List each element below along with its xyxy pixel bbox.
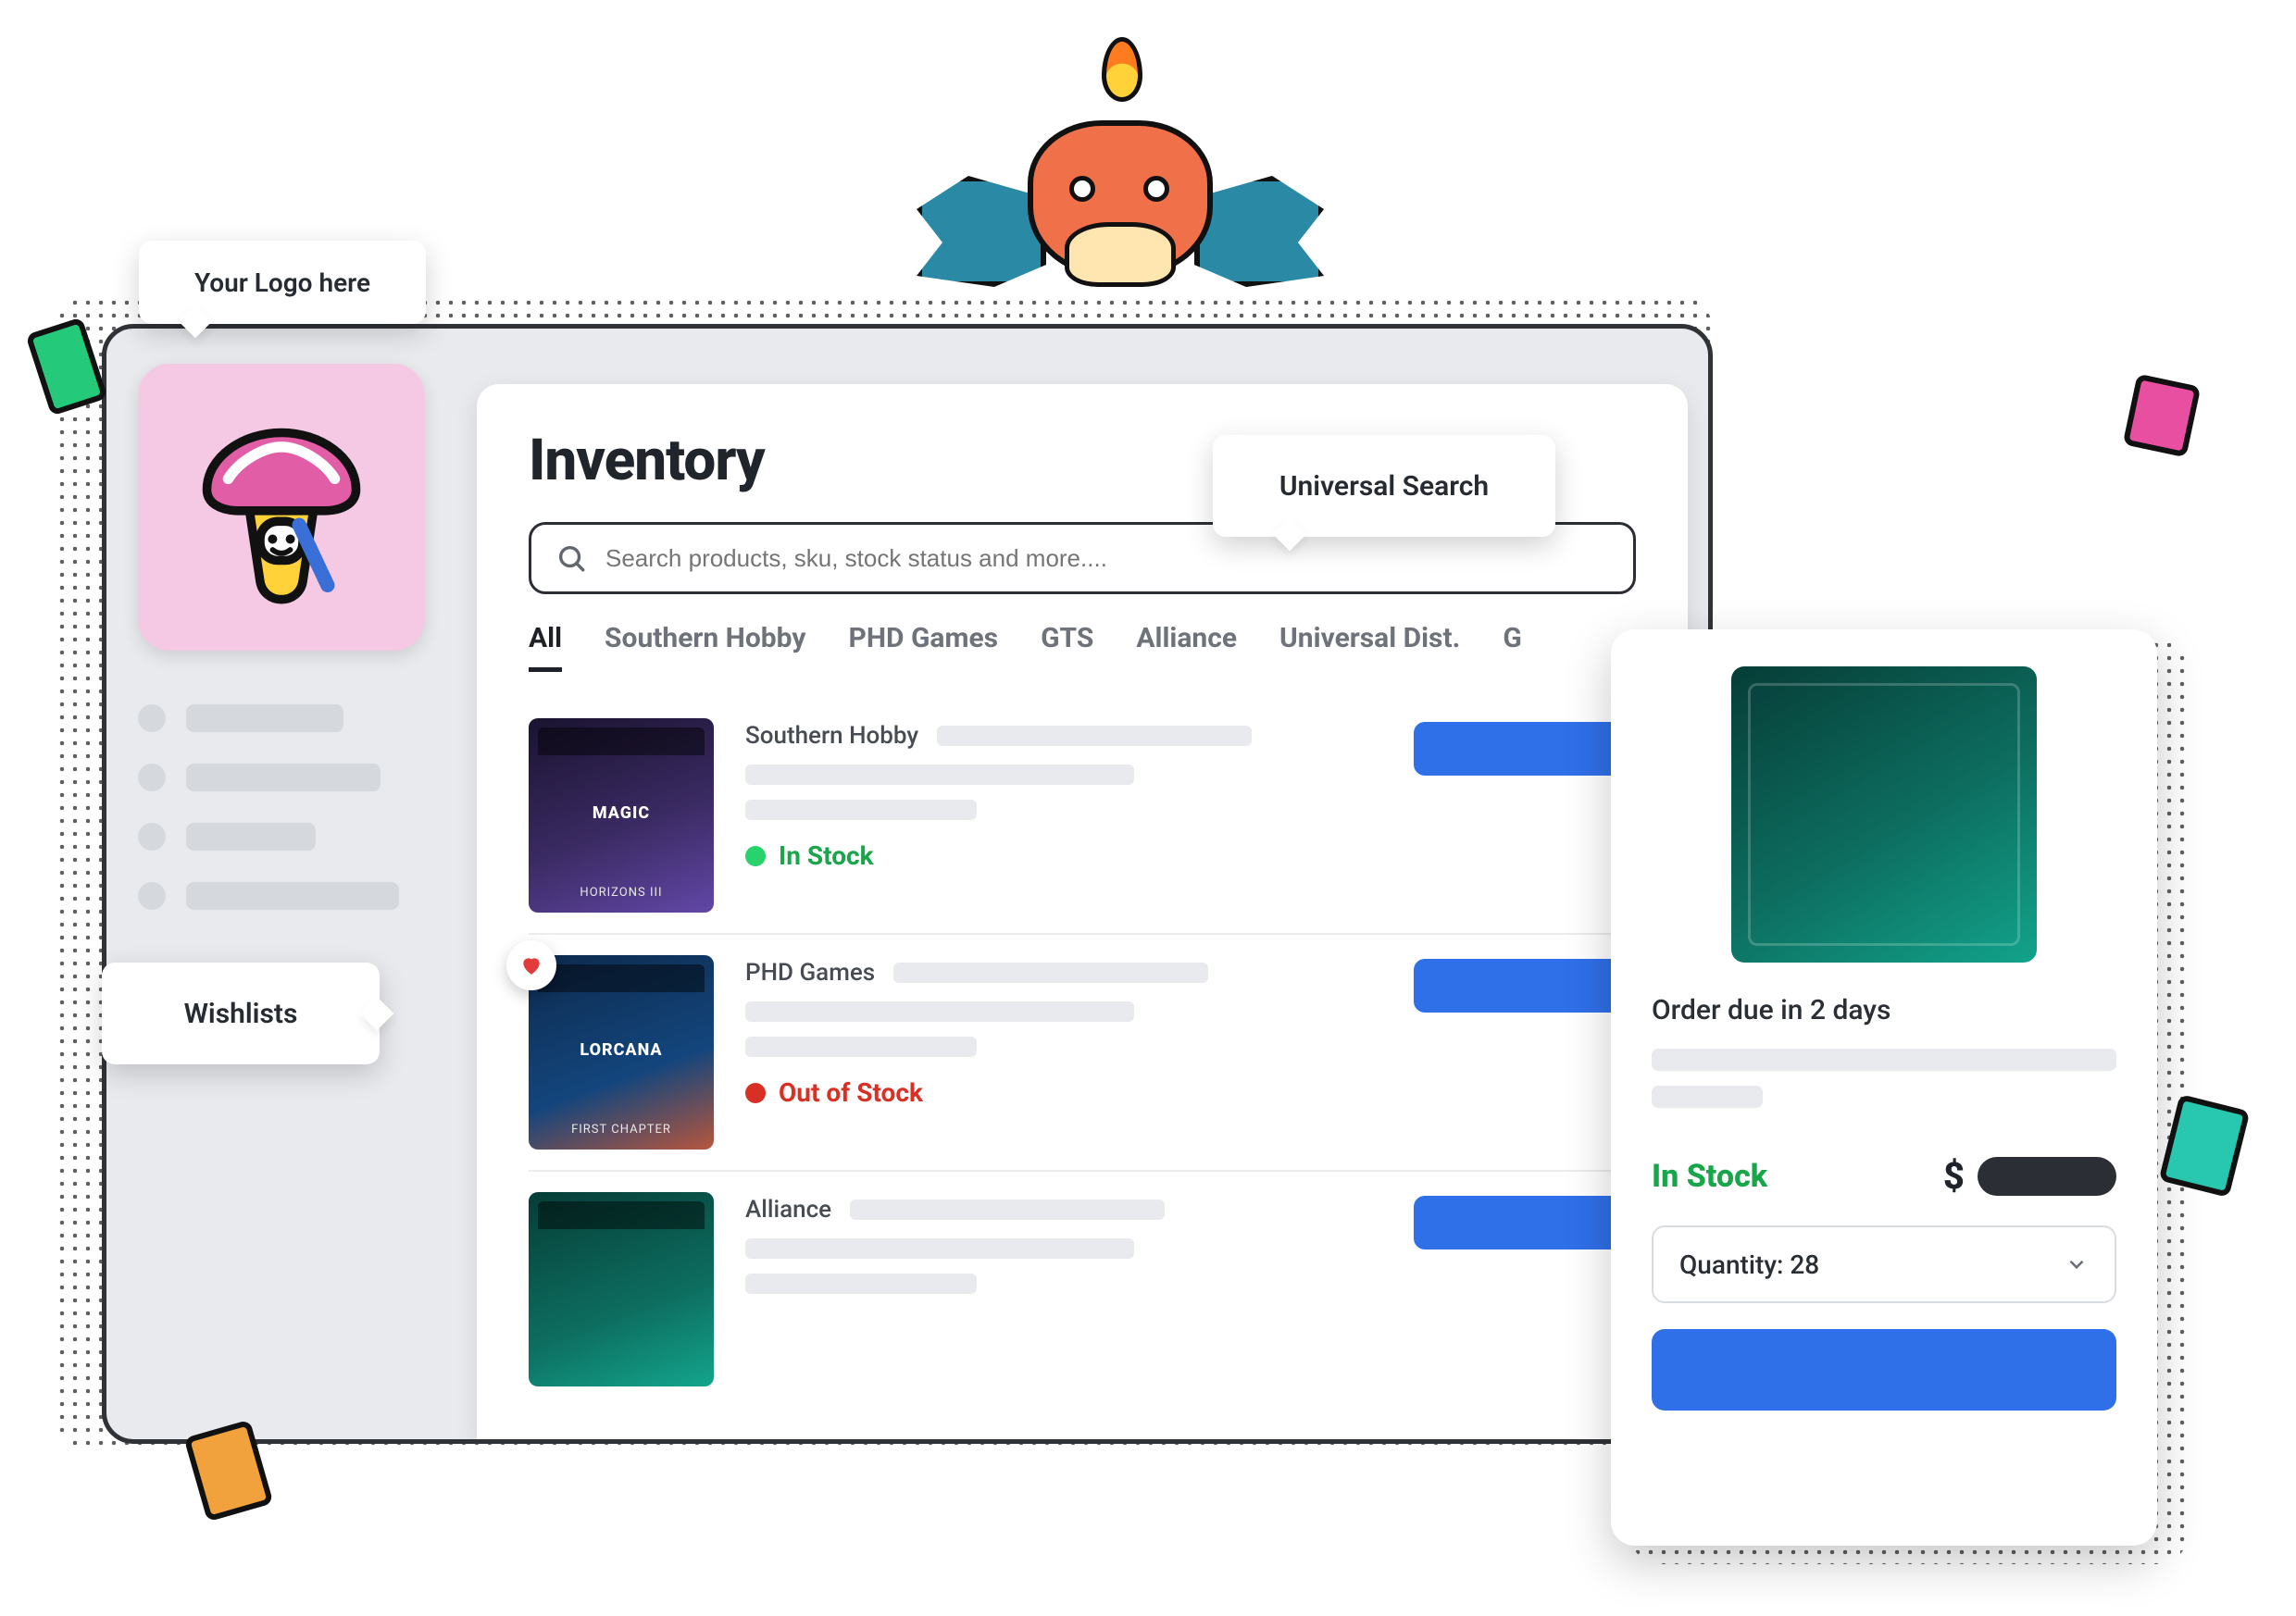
distributor-name: Alliance (745, 1196, 831, 1224)
favorite-badge[interactable] (506, 940, 556, 990)
price-row: In Stock $ (1652, 1154, 2116, 1198)
product-thumb: MAGIC HORIZONS III (529, 718, 714, 913)
sticker-pink (2123, 374, 2202, 458)
detail-price: $ (1943, 1154, 2116, 1198)
tab-more[interactable]: G (1503, 622, 1521, 672)
hint-your-logo: Your Logo here (139, 241, 426, 324)
sidebar-item[interactable] (138, 823, 436, 851)
tab-alliance[interactable]: Alliance (1136, 622, 1237, 672)
order-due-text: Order due in 2 days (1652, 994, 2116, 1026)
stock-status: Out of Stock (745, 1077, 1382, 1108)
distributor-name: PHD Games (745, 959, 875, 987)
product-row[interactable]: MAGIC HORIZONS III Southern Hobby In Sto… (529, 698, 1636, 933)
tab-phd-games[interactable]: PHD Games (848, 622, 998, 672)
hint-universal-search-text: Universal Search (1279, 470, 1489, 503)
currency-symbol: $ (1943, 1154, 1965, 1198)
brand-logo-tile[interactable] (138, 364, 425, 651)
product-row[interactable]: Alliance (529, 1170, 1636, 1407)
row-action-button[interactable] (1414, 1196, 1636, 1249)
product-detail-card: Order due in 2 days In Stock $ Quantity:… (1611, 629, 2157, 1546)
tab-all[interactable]: All (529, 622, 562, 672)
row-action-button[interactable] (1414, 722, 1636, 776)
product-list: MAGIC HORIZONS III Southern Hobby In Sto… (529, 698, 1636, 1407)
sidebar-nav (138, 704, 436, 910)
brand-logo-icon (175, 401, 388, 614)
distributor-tabs: All Southern Hobby PHD Games GTS Allianc… (529, 622, 1636, 672)
sidebar-item[interactable] (138, 704, 436, 732)
tab-gts[interactable]: GTS (1041, 622, 1093, 672)
product-thumb (529, 1192, 714, 1386)
distributor-name: Southern Hobby (745, 722, 918, 750)
product-row[interactable]: LORCANA FIRST CHAPTER PHD Games Out of S… (529, 933, 1636, 1170)
hint-wishlists-text: Wishlists (184, 998, 298, 1030)
sidebar-item[interactable] (138, 882, 436, 910)
sidebar-item[interactable] (138, 764, 436, 791)
quantity-label: Quantity: 28 (1679, 1249, 1819, 1280)
heart-icon (519, 953, 543, 977)
stock-status: In Stock (745, 840, 1382, 871)
product-meta: Southern Hobby In Stock (745, 718, 1382, 913)
tab-universal-dist[interactable]: Universal Dist. (1279, 622, 1460, 672)
detail-stock-status: In Stock (1652, 1158, 1767, 1195)
hint-wishlists: Wishlists (102, 963, 380, 1064)
detail-primary-button[interactable] (1652, 1329, 2116, 1411)
sidebar (106, 329, 468, 1439)
product-meta: PHD Games Out of Stock (745, 955, 1382, 1150)
main-panel: Inventory All Southern Hobby PHD Games G… (477, 384, 1688, 1439)
product-thumb: LORCANA FIRST CHAPTER (529, 955, 714, 1150)
thumb-title: MAGIC (529, 803, 714, 823)
quantity-select[interactable]: Quantity: 28 (1652, 1225, 2116, 1303)
search-icon (555, 542, 587, 574)
hint-universal-search: Universal Search (1213, 435, 1555, 537)
thumb-subtitle: HORIZONS III (529, 886, 714, 900)
detail-product-image (1731, 666, 2037, 963)
mascot-dragon (926, 37, 1315, 315)
price-value-placeholder (1978, 1157, 2116, 1196)
search-input[interactable] (605, 544, 1609, 573)
hint-your-logo-text: Your Logo here (194, 267, 370, 298)
chevron-down-icon (2065, 1252, 2089, 1276)
tab-southern-hobby[interactable]: Southern Hobby (605, 622, 805, 672)
thumb-subtitle: FIRST CHAPTER (529, 1123, 714, 1137)
row-action-button[interactable] (1414, 959, 1636, 1013)
product-meta: Alliance (745, 1192, 1382, 1386)
thumb-title: LORCANA (529, 1040, 714, 1060)
